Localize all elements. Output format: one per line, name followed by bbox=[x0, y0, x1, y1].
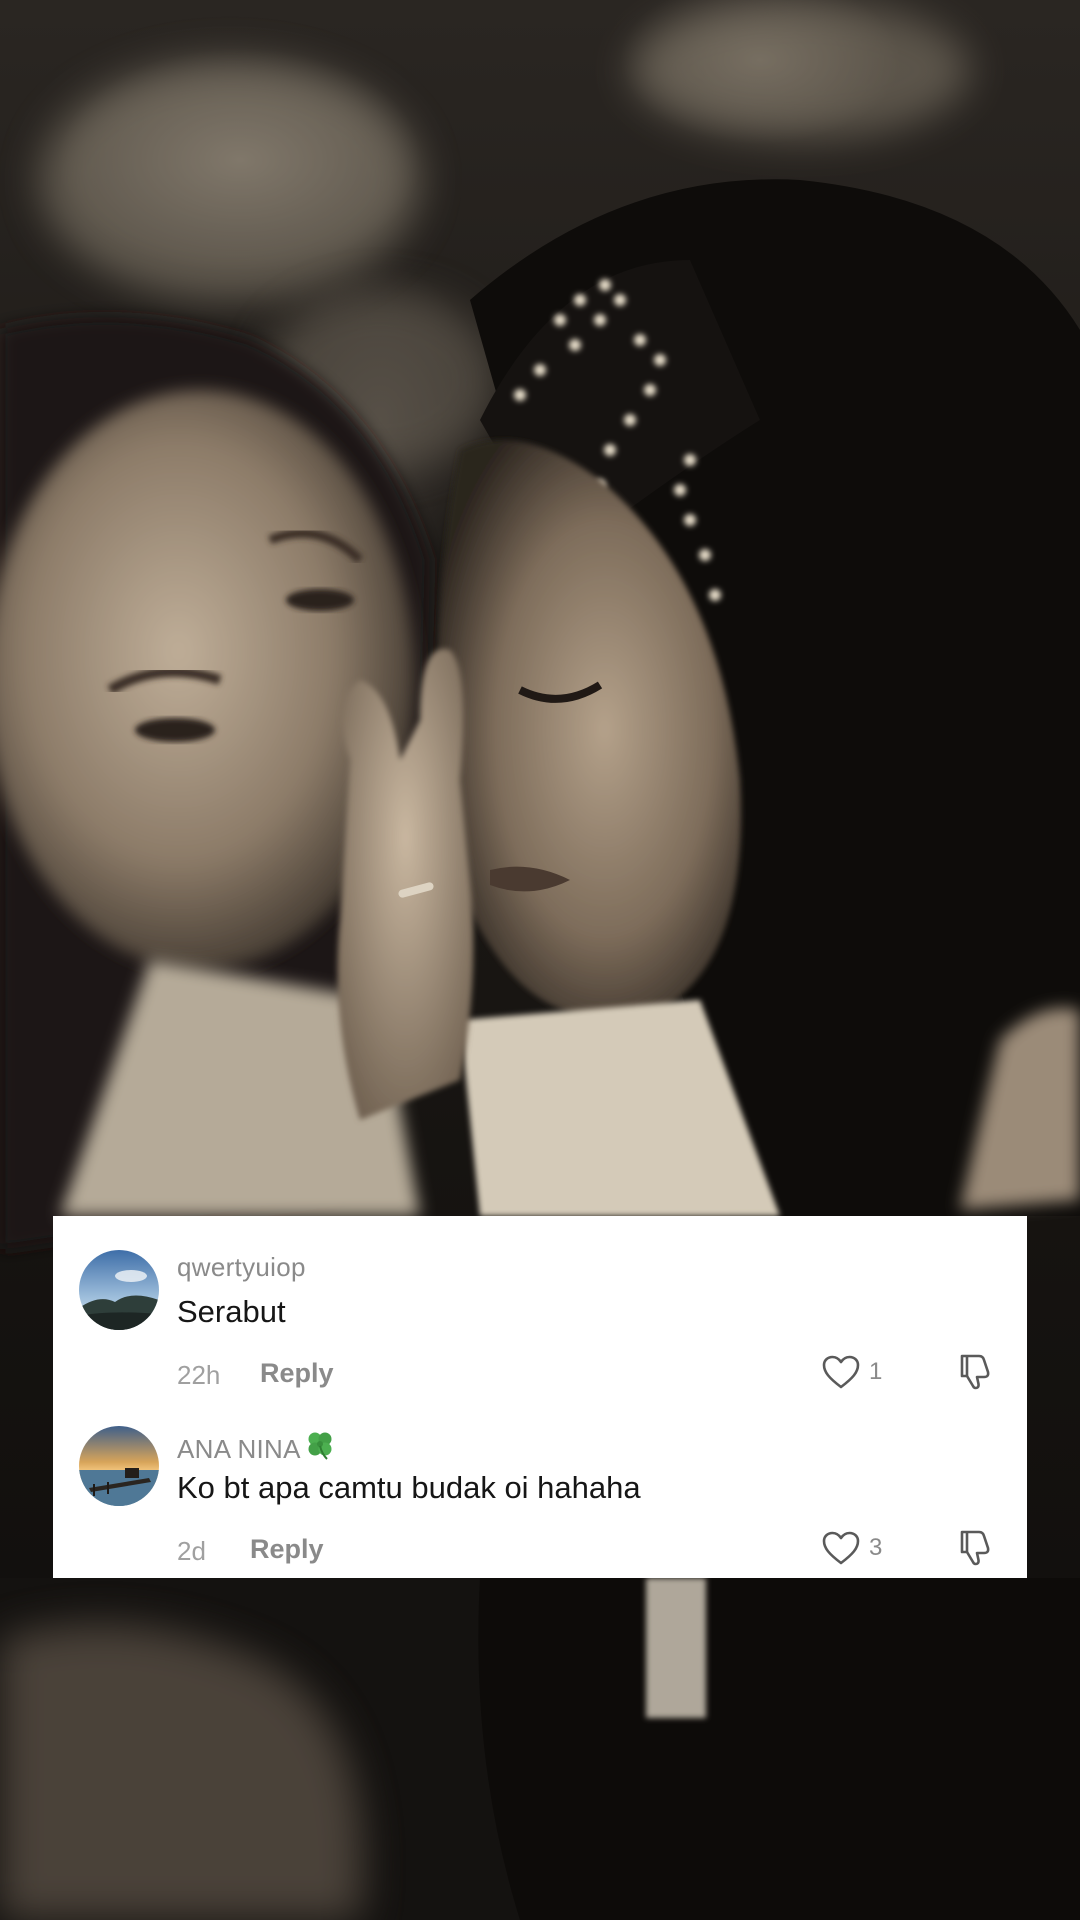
like-count: 3 bbox=[869, 1534, 883, 1561]
username-text: ANA NINA bbox=[177, 1434, 301, 1464]
thumbs-down-icon bbox=[960, 1530, 990, 1566]
comment-text: Serabut bbox=[177, 1294, 286, 1329]
reply-button[interactable]: Reply bbox=[260, 1358, 334, 1389]
dislike-button[interactable] bbox=[953, 1526, 995, 1568]
like-button[interactable]: 3 bbox=[821, 1528, 882, 1568]
reply-button[interactable]: Reply bbox=[250, 1534, 324, 1565]
like-count: 1 bbox=[869, 1358, 883, 1385]
comment-username[interactable]: ANA NINA bbox=[177, 1428, 337, 1469]
avatar[interactable] bbox=[79, 1426, 159, 1506]
landscape-mountain-avatar-icon bbox=[79, 1250, 159, 1330]
avatar[interactable] bbox=[79, 1250, 159, 1330]
four-leaf-clover-icon bbox=[303, 1428, 337, 1469]
comment-age: 2d bbox=[177, 1536, 206, 1566]
sunset-pier-avatar-icon bbox=[79, 1426, 159, 1506]
dislike-button[interactable] bbox=[953, 1350, 995, 1392]
comment-item[interactable]: qwertyuiop Serabut 22h Reply 1 bbox=[53, 1230, 1027, 1406]
like-button[interactable]: 1 bbox=[821, 1352, 882, 1392]
video-frame[interactable]: qwertyuiop Serabut 22h Reply 1 ANA NINA … bbox=[0, 0, 1080, 1920]
comment-age: 22h bbox=[177, 1360, 221, 1390]
comment-item[interactable]: ANA NINA Ko bt apa camtu budak oi hahaha… bbox=[53, 1406, 1027, 1582]
heart-outline-icon bbox=[822, 1531, 860, 1565]
comment-text: Ko bt apa camtu budak oi hahaha bbox=[177, 1470, 641, 1505]
comment-card: qwertyuiop Serabut 22h Reply 1 ANA NINA … bbox=[53, 1216, 1027, 1578]
heart-outline-icon bbox=[822, 1355, 860, 1389]
comment-username[interactable]: qwertyuiop bbox=[177, 1252, 306, 1283]
thumbs-down-icon bbox=[960, 1354, 990, 1390]
background-photo bbox=[0, 0, 1080, 1920]
